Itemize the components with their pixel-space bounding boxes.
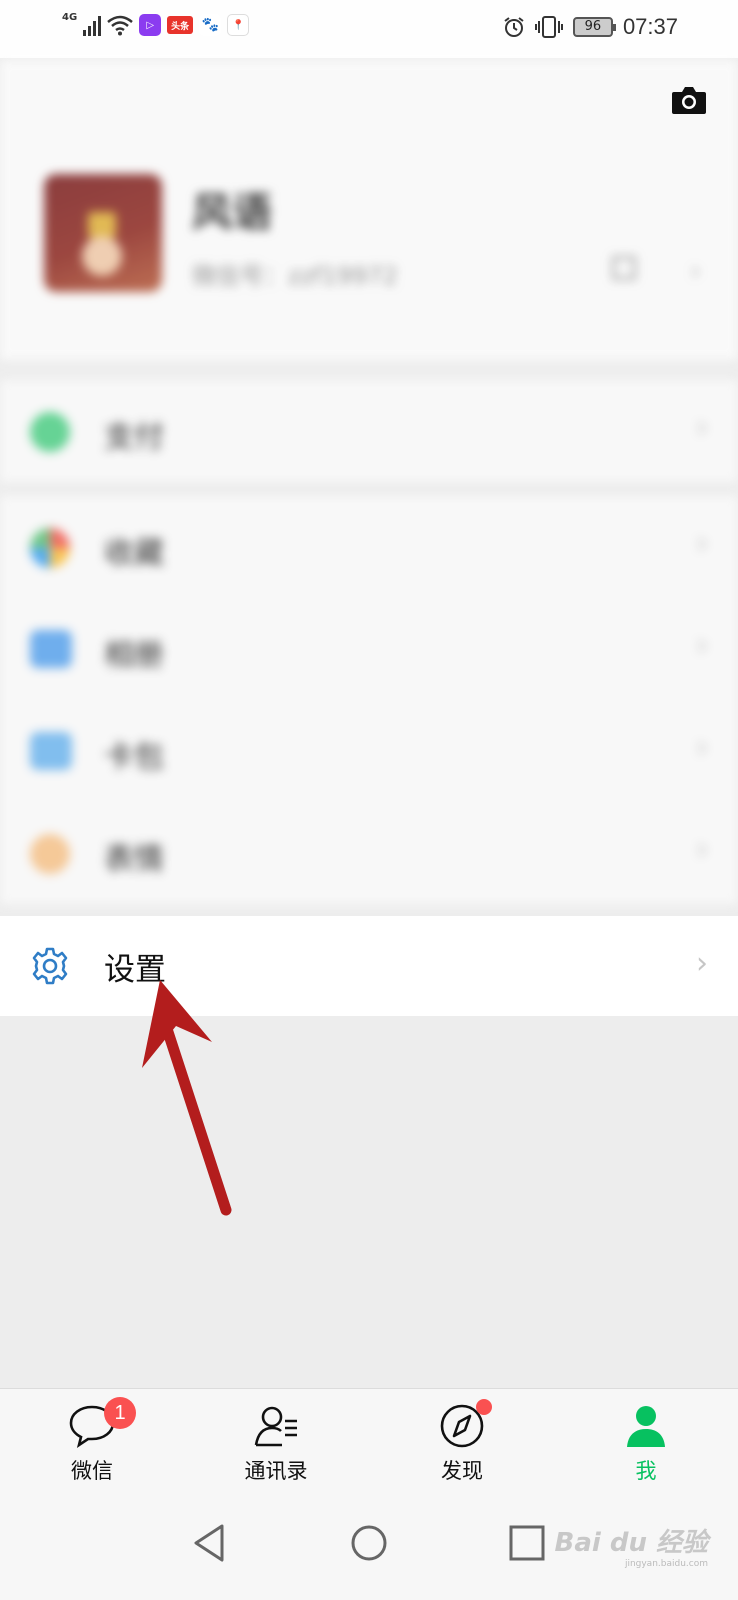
recents-icon[interactable] bbox=[502, 1518, 552, 1568]
chevron-right-icon: › bbox=[690, 254, 702, 287]
card-wallet-icon bbox=[30, 732, 72, 770]
annotation-arrow bbox=[142, 980, 232, 1216]
signal-icon bbox=[83, 14, 102, 36]
menu-item-favorites[interactable]: 收藏 › bbox=[0, 496, 738, 598]
tab-me[interactable]: 我 bbox=[586, 1399, 706, 1489]
status-left: 4G ▷ 头条 🐾 📍 bbox=[62, 11, 250, 36]
avatar-face bbox=[82, 236, 122, 276]
avatar-hat bbox=[88, 212, 116, 238]
chevron-right-icon: › bbox=[696, 946, 708, 981]
gear-icon bbox=[32, 947, 68, 985]
map-app-icon: 📍 bbox=[227, 14, 250, 36]
vibrate-icon bbox=[534, 16, 563, 38]
unread-badge: 1 bbox=[104, 1397, 136, 1429]
network-type: 4G bbox=[62, 11, 78, 23]
camera-icon[interactable] bbox=[670, 84, 708, 116]
pay-group: 支付 › bbox=[0, 380, 738, 482]
sticker-smile-icon bbox=[30, 834, 70, 874]
toutiao-label: 头条 bbox=[171, 21, 190, 32]
notification-dot bbox=[476, 1399, 492, 1415]
tab-chats[interactable]: 1 微信 bbox=[32, 1397, 152, 1489]
video-app-icon: ▷ bbox=[139, 14, 162, 36]
tab-bar: 1 微信 通讯录 发现 我 bbox=[0, 1388, 738, 1492]
pay-icon bbox=[30, 412, 70, 452]
services-group: 收藏 › 相册 › 卡包 › 表情 › bbox=[0, 496, 738, 904]
compass-icon bbox=[438, 1399, 492, 1449]
tab-discover[interactable]: 发现 bbox=[402, 1399, 522, 1489]
menu-item-album[interactable]: 相册 › bbox=[0, 598, 738, 700]
tab-label: 发现 bbox=[441, 1459, 483, 1483]
status-bar: 4G ▷ 头条 🐾 📍 96 07:37 bbox=[0, 0, 738, 58]
tab-label: 我 bbox=[635, 1459, 657, 1483]
chevron-right-icon: › bbox=[696, 628, 708, 663]
watermark-brand: Bai du 经验 bbox=[554, 1528, 709, 1558]
chevron-right-icon: › bbox=[696, 526, 708, 561]
toutiao-app-icon: 头条 bbox=[167, 16, 194, 34]
wifi-icon bbox=[107, 15, 133, 36]
menu-label: 支付 bbox=[104, 420, 164, 455]
album-icon bbox=[30, 630, 72, 668]
menu-item-settings[interactable]: 设置 › bbox=[0, 916, 738, 1016]
person-icon bbox=[622, 1403, 670, 1449]
avatar[interactable] bbox=[44, 174, 162, 292]
menu-item-stickers[interactable]: 表情 › bbox=[0, 802, 738, 904]
qr-code-icon[interactable] bbox=[612, 256, 636, 280]
tab-label: 微信 bbox=[71, 1459, 113, 1483]
back-icon[interactable] bbox=[186, 1518, 236, 1568]
menu-label: 收藏 bbox=[104, 536, 164, 571]
baidu-jingyan-watermark: Bai du 经验 jingyan.baidu.com bbox=[555, 1522, 709, 1569]
menu-label: 卡包 bbox=[104, 740, 164, 775]
chevron-right-icon: › bbox=[696, 410, 708, 445]
menu-label: 相册 bbox=[104, 638, 164, 673]
wechat-id: 微信号：zzf19972 bbox=[192, 262, 398, 290]
tab-contacts[interactable]: 通讯录 bbox=[216, 1399, 336, 1489]
watermark-url: jingyan.baidu.com bbox=[624, 1559, 708, 1569]
menu-label: 表情 bbox=[104, 842, 164, 877]
status-right: 96 07:37 bbox=[503, 14, 678, 40]
clock: 07:37 bbox=[622, 14, 678, 39]
battery-indicator: 96 bbox=[572, 17, 616, 37]
chevron-right-icon: › bbox=[696, 832, 708, 867]
home-icon[interactable] bbox=[344, 1518, 394, 1568]
baidu-app-icon: 🐾 bbox=[199, 14, 222, 36]
chat-bubble-icon: 1 bbox=[68, 1397, 136, 1449]
favorites-icon bbox=[30, 528, 70, 568]
menu-item-pay[interactable]: 支付 › bbox=[0, 380, 738, 482]
menu-item-cards[interactable]: 卡包 › bbox=[0, 700, 738, 802]
profile-card[interactable]: 风语 微信号：zzf19972 › bbox=[0, 60, 738, 360]
alarm-icon bbox=[504, 17, 524, 37]
profile-name: 风语 bbox=[192, 190, 272, 236]
system-nav-bar: Bai du 经验 jingyan.baidu.com bbox=[0, 1492, 738, 1600]
chevron-right-icon: › bbox=[696, 730, 708, 765]
tab-label: 通讯录 bbox=[244, 1459, 308, 1483]
contacts-icon bbox=[252, 1403, 300, 1449]
